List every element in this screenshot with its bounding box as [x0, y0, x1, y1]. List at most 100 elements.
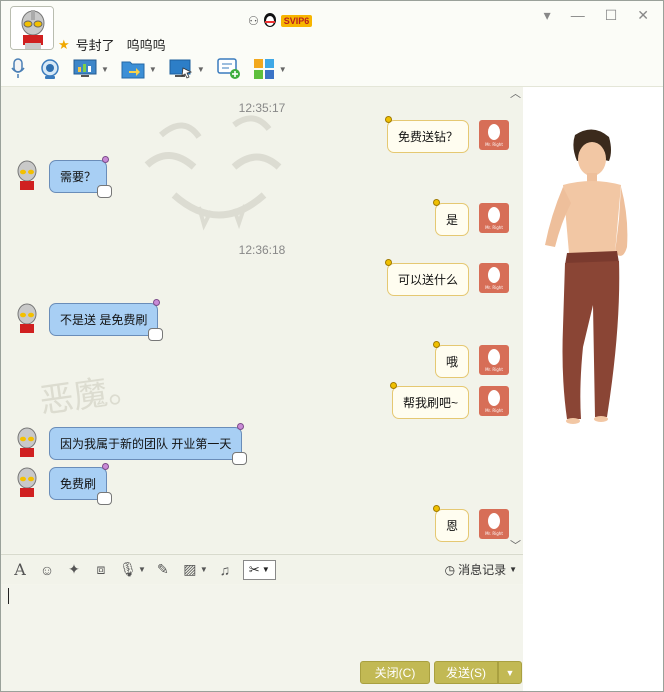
timestamp: 12:35:17 [238, 101, 286, 115]
remote-desktop-icon [169, 59, 192, 79]
window-controls: ▾ — ☐ ✕ [544, 7, 649, 24]
bubble-decoration-icon [97, 185, 113, 198]
maximize-icon[interactable]: ☐ [605, 7, 618, 24]
message-bubble-sent[interactable]: 是 [432, 199, 469, 236]
chevron-down-icon[interactable]: ▼ [262, 565, 270, 574]
file-transfer-button[interactable]: ▼ [121, 56, 157, 82]
contact-nickname[interactable]: 号封了 [76, 35, 115, 54]
svg-text:Mr. Right: Mr. Right [485, 285, 503, 290]
close-icon[interactable]: ✕ [637, 7, 649, 24]
contact-avatar-small[interactable] [13, 160, 41, 192]
message-bubble-received[interactable]: 需要？ [49, 156, 113, 198]
contact-info: ★ 号封了 呜呜呜 [58, 35, 166, 54]
my-avatar[interactable]: Mr. Right [479, 263, 509, 293]
vip-badge[interactable]: SVIP6 [280, 14, 313, 27]
my-avatar[interactable]: Mr. Right [479, 386, 509, 416]
scroll-down-icon[interactable]: ﹀ [510, 537, 521, 553]
send-button[interactable]: 发送(S) [434, 661, 498, 684]
video-call-button[interactable] [39, 56, 61, 82]
message-history-button[interactable]: ◷ 消息记录 ▼ [445, 561, 517, 578]
message-bubble-sent[interactable]: 恩 [432, 505, 469, 542]
message-text: 免费送钻？ [397, 130, 458, 144]
screen-share-icon [73, 59, 97, 77]
apps-icon [253, 59, 274, 79]
character-figure [545, 129, 628, 424]
contact-avatar-small[interactable] [13, 427, 41, 459]
screen-share-button[interactable]: ▼ [73, 56, 109, 82]
message-bubble-sent[interactable]: 免费送钻？ [384, 116, 469, 153]
edit-icon[interactable]: ✎ [154, 561, 172, 579]
chat-plus-icon [217, 58, 240, 79]
my-avatar[interactable]: Mr. Right [479, 345, 509, 375]
message-bubble-received[interactable]: 免费刷 [49, 463, 113, 505]
timestamp: 12:36:18 [238, 243, 286, 257]
chevron-down-icon[interactable]: ▼ [138, 565, 146, 574]
input-toolbar: A ☺ ✦ ⧈ 🎙 ▼ ✎ ▨ ▼ ♫ ✂ ▼ ◷ 消息记录 ▼ [1, 554, 523, 584]
bubble-pin-icon [102, 463, 110, 470]
message-bubble-sent[interactable]: 可以送什么 [384, 259, 469, 296]
message-bubble-sent[interactable]: 帮我刷吧~ [389, 382, 469, 419]
bubble-pin-icon [153, 299, 161, 306]
svg-text:Mr. Right: Mr. Right [485, 225, 503, 230]
chevron-down-icon[interactable]: ▼ [149, 65, 157, 74]
close-button[interactable]: 关闭(C) [360, 661, 430, 684]
bubble-pin-icon [384, 259, 392, 266]
multi-chat-button[interactable] [217, 56, 241, 82]
bubble-decoration-icon [148, 328, 164, 341]
voice-call-button[interactable] [9, 56, 27, 82]
message-row: 帮我刷吧~ Mr. Right [389, 382, 509, 419]
music-icon[interactable]: ♫ [216, 561, 234, 579]
svg-text:Mr. Right: Mr. Right [485, 531, 503, 536]
chevron-down-icon[interactable]: ▼ [197, 65, 205, 74]
text-caret [8, 588, 9, 604]
collapse-up-icon[interactable]: ︿ [510, 87, 521, 101]
message-text: 帮我刷吧~ [402, 396, 458, 410]
contact-avatar-small[interactable] [13, 467, 41, 499]
message-text: 恩 [445, 519, 458, 533]
chevron-down-icon[interactable]: ▼ [200, 565, 208, 574]
menu-down-icon[interactable]: ▾ [544, 7, 551, 24]
message-bubble-received[interactable]: 不是送 是免费刷 [49, 299, 164, 341]
bubble-pin-icon [432, 505, 440, 512]
message-list[interactable]: 恶魔。 ︿ 12:35:17 免费送钻？ Mr. Right 需要？ 是 Mr.… [1, 87, 523, 553]
bubble-pin-icon [432, 341, 440, 348]
bubble-pin-icon [384, 116, 392, 123]
chat-header: ⚇ SVIP6 ▾ — ☐ ✕ ★ 号封了 呜呜呜 ▼ ▼ ▼ ▼ [1, 1, 663, 87]
apps-button[interactable]: ▼ [253, 56, 287, 82]
font-icon[interactable]: A [11, 560, 29, 579]
my-avatar[interactable]: Mr. Right [479, 203, 509, 233]
video-icon [41, 59, 59, 79]
send-options-button[interactable]: ▼ [498, 661, 522, 684]
message-row: 免费送钻？ Mr. Right [384, 116, 509, 153]
my-avatar[interactable]: Mr. Right [479, 120, 509, 150]
chevron-down-icon[interactable]: ▼ [101, 65, 109, 74]
image-icon[interactable]: ▨ [181, 561, 199, 579]
voice-message-icon[interactable]: 🎙 [119, 561, 137, 579]
message-row: 因为我属于新的团队 开业第一天 [13, 423, 248, 465]
status-badges: ⚇ SVIP6 [248, 11, 313, 30]
my-avatar[interactable]: Mr. Right [479, 509, 509, 539]
contact-avatar[interactable] [10, 6, 54, 50]
emoji-icon[interactable]: ☺ [38, 561, 56, 579]
background-face-watermark [139, 105, 299, 238]
magic-wand-icon[interactable]: ✦ [65, 561, 83, 579]
file-transfer-icon [121, 61, 145, 79]
contact-avatar-small[interactable] [13, 303, 41, 335]
message-row: 不是送 是免费刷 [13, 299, 164, 341]
screenshot-button[interactable]: ✂ ▼ [242, 559, 276, 580]
message-text: 需要？ [60, 170, 97, 184]
message-input[interactable] [1, 585, 523, 659]
message-bubble-sent[interactable]: 哦 [432, 341, 469, 378]
chevron-down-icon[interactable]: ▼ [279, 65, 287, 74]
watermark-text: 恶魔。 [37, 368, 144, 422]
svg-text:Mr. Right: Mr. Right [485, 142, 503, 147]
minimize-icon[interactable]: — [571, 7, 585, 24]
shake-window-icon[interactable]: ⧈ [92, 561, 110, 579]
penguin-icon [263, 11, 277, 30]
remote-desktop-button[interactable]: ▼ [169, 56, 205, 82]
feature-toolbar: ▼ ▼ ▼ ▼ [9, 56, 299, 82]
bubble-decoration-icon [97, 492, 113, 505]
bubble-pin-icon [237, 423, 245, 430]
message-bubble-received[interactable]: 因为我属于新的团队 开业第一天 [49, 423, 248, 465]
history-label: 消息记录 [458, 563, 507, 577]
